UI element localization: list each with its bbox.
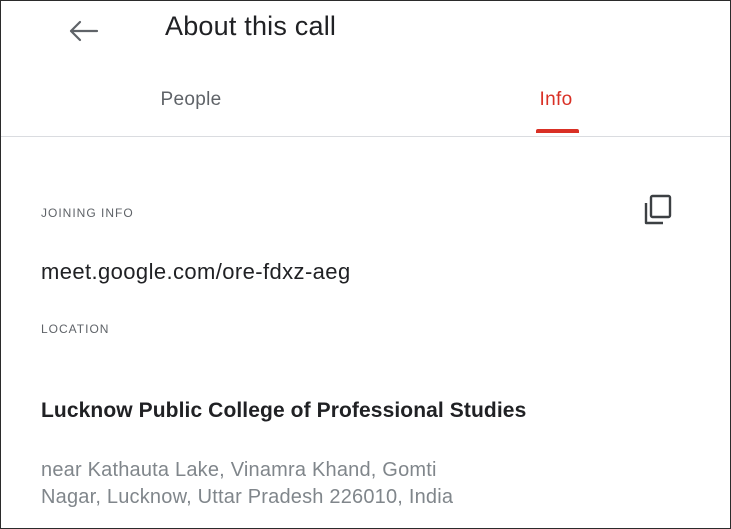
copy-icon [644, 194, 672, 225]
meeting-link[interactable]: meet.google.com/ore-fdxz-aeg [41, 259, 351, 285]
tab-bar: People Info [1, 71, 730, 137]
tab-people[interactable]: People [111, 71, 271, 137]
about-call-screen: About this call People Info JOINING INFO… [0, 0, 731, 529]
selected-tab-indicator [536, 129, 579, 133]
arrow-left-icon [69, 20, 99, 42]
tab-people-label: People [160, 89, 222, 110]
joining-info-label: JOINING INFO [41, 206, 134, 220]
back-button[interactable] [63, 13, 103, 49]
address-line: near Kathauta Lake, Vinamra Khand, Gomti [41, 459, 437, 481]
page-title: About this call [165, 11, 337, 41]
address-line: Nagar, Lucknow, Uttar Pradesh 226010, In… [41, 486, 454, 508]
location-name: Lucknow Public College of Professional S… [41, 399, 527, 422]
app-bar: About this call [1, 1, 730, 59]
tab-info[interactable]: Info [476, 71, 636, 137]
location-label: LOCATION [41, 322, 110, 336]
location-address: near Kathauta Lake, Vinamra Khand, Gomti… [41, 457, 701, 511]
tab-info-label: Info [539, 89, 573, 110]
copy-joining-info-button[interactable] [633, 190, 681, 230]
